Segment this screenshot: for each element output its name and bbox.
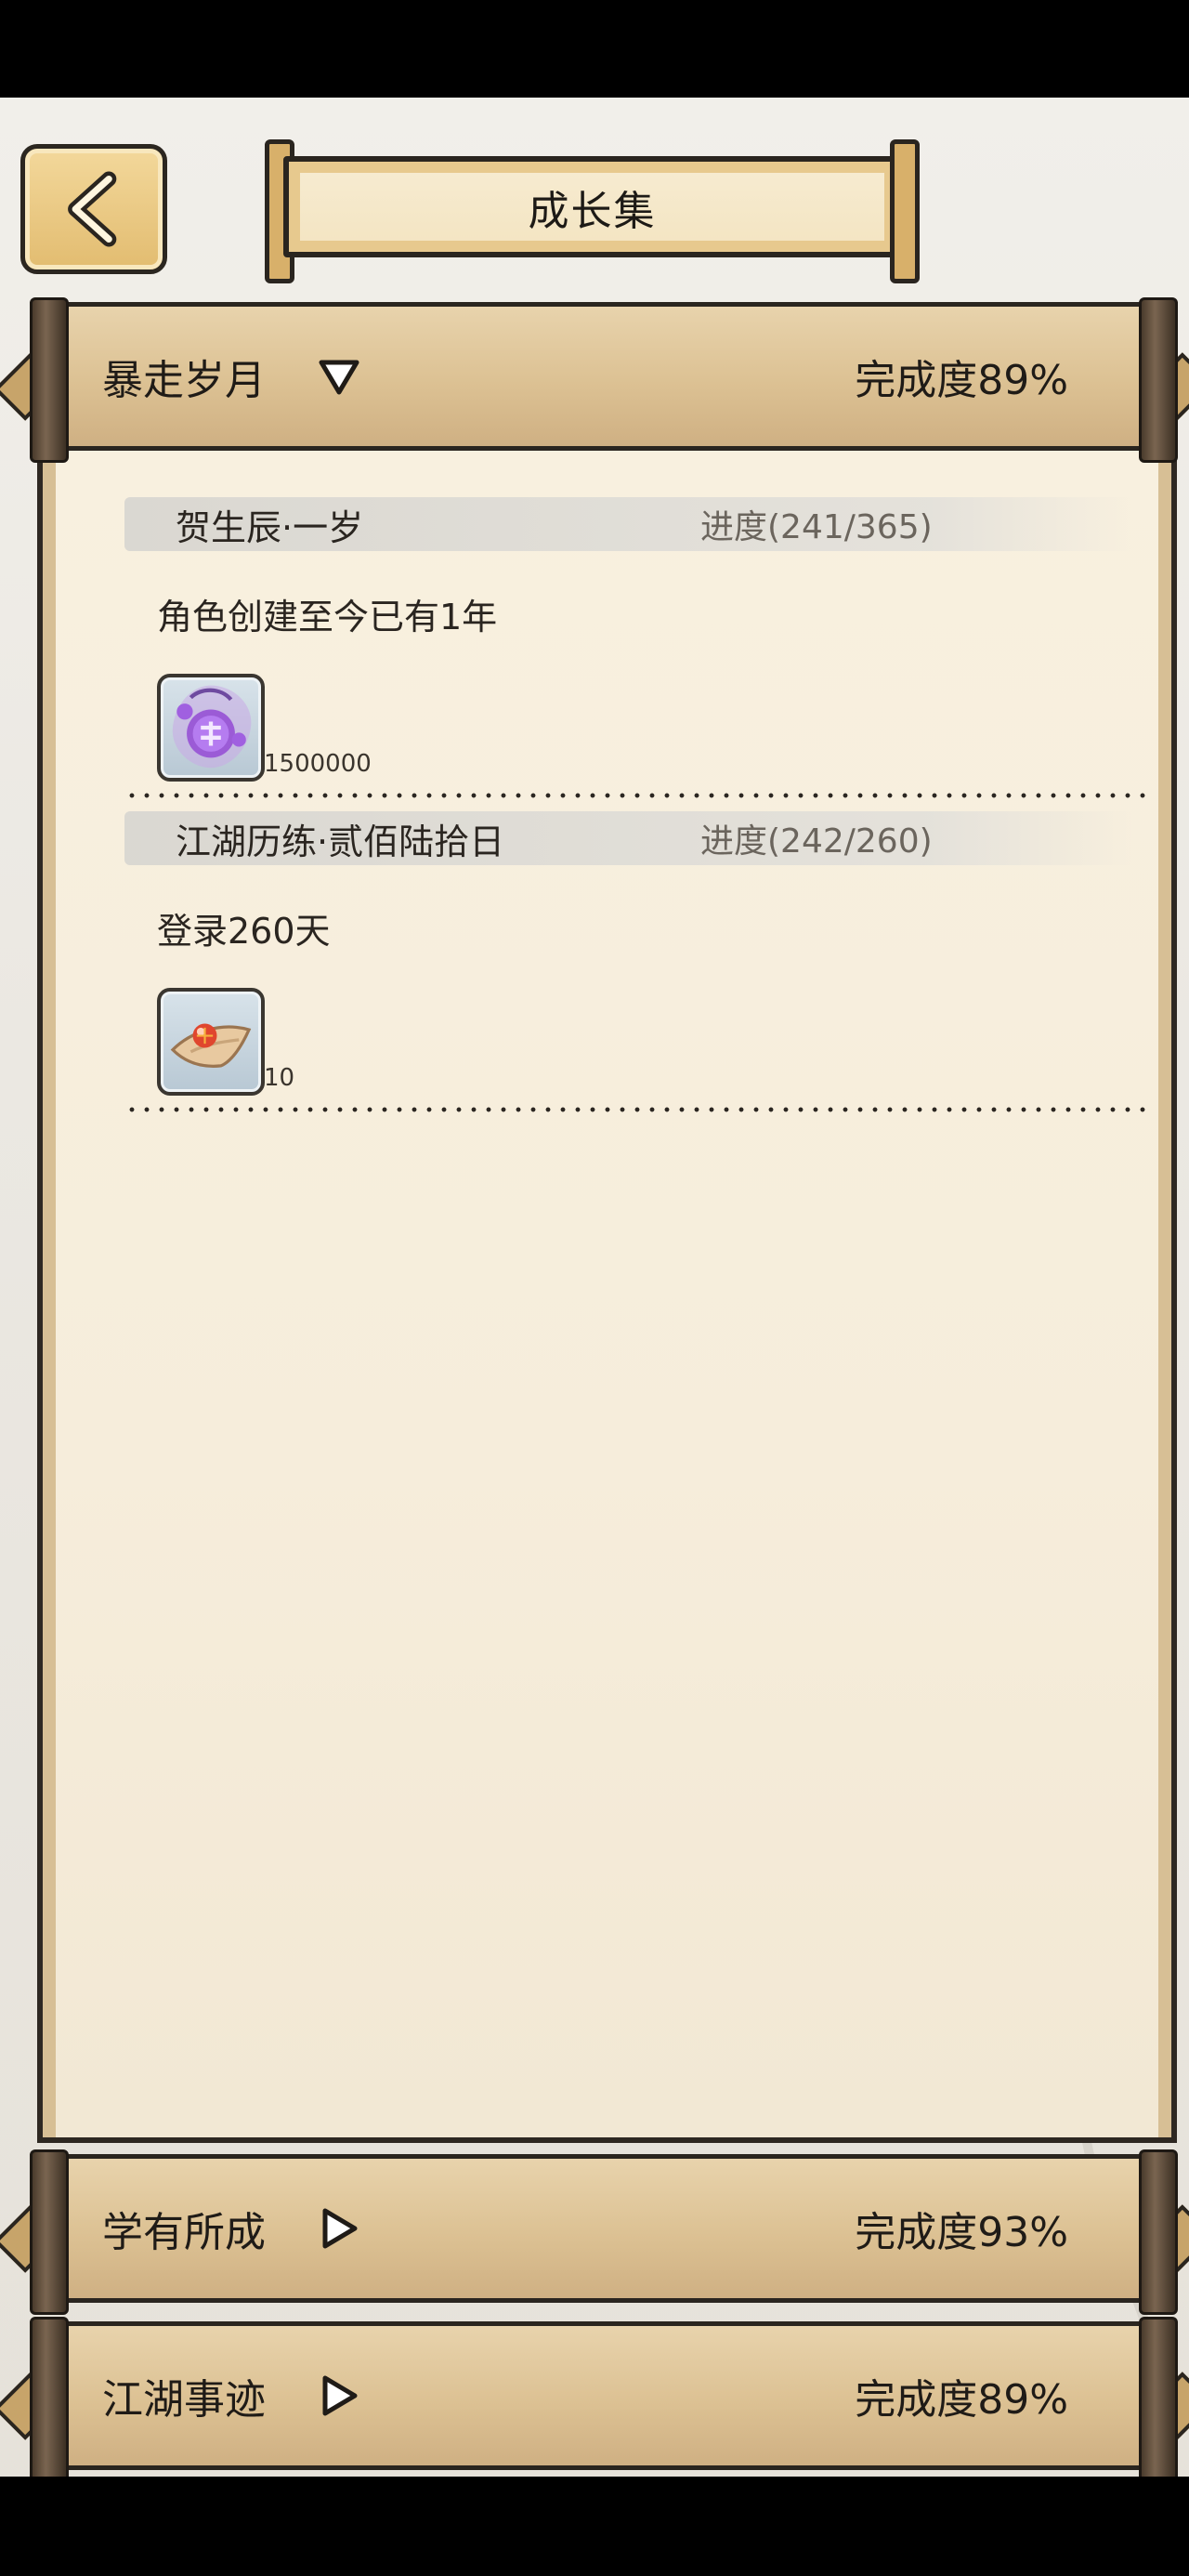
dotted-divider: [124, 1107, 1146, 1112]
dotted-divider: [124, 793, 1146, 798]
scroll-rod-left: [30, 2149, 69, 2315]
reward-slot[interactable]: [157, 988, 265, 1096]
game-screen: 成长集 贺生辰·一岁 进度(241/365) 角色创建至今已有1年 150000…: [0, 98, 1189, 2477]
task-name: 江湖历练·贰佰陆拾日: [176, 821, 505, 862]
reward-quantity: 1500000: [264, 750, 372, 778]
section-bar: 学有所成 完成度93%: [0, 2149, 1189, 2315]
reward-slot[interactable]: [157, 674, 265, 782]
chevron-left-icon: [68, 171, 117, 247]
triangle-right-icon: [322, 2375, 358, 2416]
section-label: 暴走岁月: [102, 357, 266, 404]
red-pill-on-cloth-icon: [170, 1023, 252, 1068]
triangle-down-icon: [319, 360, 359, 395]
title-banner: 成长集: [265, 139, 920, 283]
section-completion: 完成度89%: [855, 357, 1068, 404]
expanded-scroll-paper: 贺生辰·一岁 进度(241/365) 角色创建至今已有1年 1500000 江湖…: [37, 451, 1177, 2143]
section-bar: 江湖事迹 完成度89%: [0, 2317, 1189, 2477]
reward-quantity: 10: [264, 1064, 295, 1092]
section-bar: 暴走岁月 完成度89%: [0, 297, 1189, 463]
task-name: 贺生辰·一岁: [176, 506, 364, 548]
scroll-rod-right: [1139, 2149, 1178, 2315]
page-title: 成长集: [528, 187, 657, 235]
section-completion: 完成度93%: [855, 2209, 1068, 2256]
scroll-rod-right: [1139, 2317, 1178, 2477]
task-progress: 进度(241/365): [700, 508, 933, 546]
task-description: 角色创建至今已有1年: [157, 597, 498, 637]
scroll-rod-right: [1139, 297, 1178, 463]
section-completion: 完成度89%: [855, 2376, 1068, 2424]
section-label: 学有所成: [102, 2209, 266, 2256]
scroll-rod-left: [30, 297, 69, 463]
task-description: 登录260天: [157, 911, 331, 952]
task-progress: 进度(242/260): [700, 822, 933, 861]
scroll-rod-left: [30, 2317, 69, 2477]
triangle-right-icon: [322, 2208, 358, 2249]
purple-orb-token-icon: [172, 685, 252, 769]
back-button[interactable]: [20, 144, 167, 274]
section-label: 江湖事迹: [102, 2376, 266, 2424]
